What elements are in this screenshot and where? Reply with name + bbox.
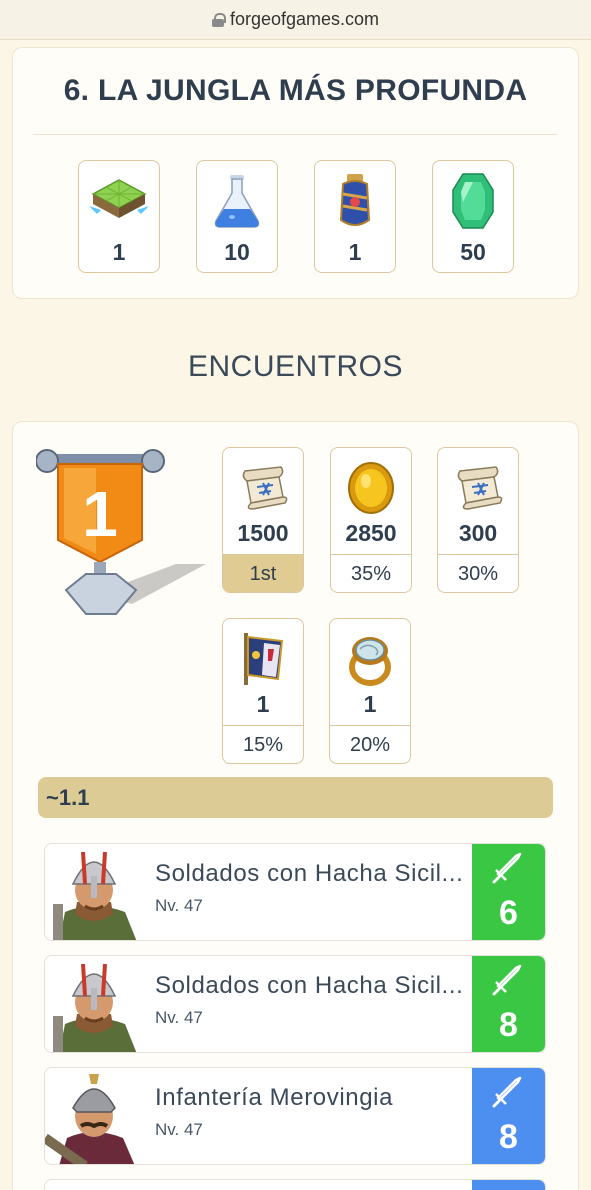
reward-chance: 15% bbox=[223, 725, 303, 763]
blueprint-scroll-icon bbox=[438, 456, 518, 520]
unit-count-badge: 6 bbox=[472, 844, 545, 940]
unit-count: 6 bbox=[499, 894, 518, 932]
blue-potion-icon bbox=[315, 169, 395, 233]
unit-row[interactable]: Infantería Merovingia Nv. 47 8 bbox=[44, 1067, 546, 1165]
melee-sword-icon bbox=[492, 1076, 522, 1108]
unit-count-badge: 8 bbox=[472, 956, 545, 1052]
cost-value: 10 bbox=[224, 239, 250, 265]
reward-chance: 30% bbox=[438, 554, 518, 592]
unit-count: 8 bbox=[499, 1006, 518, 1044]
divider bbox=[33, 134, 558, 135]
unit-count-badge bbox=[472, 1180, 545, 1190]
unit-row[interactable]: Soldados con Hacha Sicil... Nv. 47 6 bbox=[44, 843, 546, 941]
address-bar[interactable]: forgeofgames.com bbox=[0, 0, 591, 40]
ring-icon bbox=[330, 627, 410, 691]
reward-value: 1500 bbox=[237, 520, 289, 546]
reward-tile: 2850 35% bbox=[330, 447, 412, 593]
url-text: forgeofgames.com bbox=[229, 9, 380, 29]
reward-chance: 20% bbox=[330, 725, 410, 763]
reward-tile: 300 30% bbox=[437, 447, 519, 593]
unit-count-badge: 8 bbox=[472, 1068, 545, 1164]
unit-name: Infantería Merovingia bbox=[155, 1084, 394, 1111]
gold-coin-icon bbox=[331, 456, 411, 520]
banner-flag-icon bbox=[223, 627, 303, 691]
reward-value: 300 bbox=[458, 520, 498, 546]
cost-value: 1 bbox=[348, 239, 362, 265]
melee-sword-icon bbox=[492, 964, 522, 996]
cost-value: 50 bbox=[460, 239, 486, 265]
unit-name: Soldados con Hacha Sicil... bbox=[155, 860, 464, 887]
unit-level: Nv. 47 bbox=[155, 1008, 203, 1027]
axe-soldier-portrait bbox=[45, 844, 143, 940]
cost-tile-potion: 1 bbox=[314, 160, 396, 273]
lock-icon bbox=[211, 12, 226, 27]
cost-value: 1 bbox=[112, 239, 126, 265]
emerald-gem-icon bbox=[433, 169, 513, 233]
trophy-rank: 1 bbox=[82, 478, 118, 550]
reward-tile: 1 15% bbox=[222, 618, 304, 764]
unit-name: Soldados con Hacha Sicil... bbox=[155, 972, 464, 999]
unit-row[interactable]: Soldados con Hacha Sicil... Nv. 47 8 bbox=[44, 955, 546, 1053]
unit-level: Nv. 47 bbox=[155, 1120, 203, 1139]
unit-row[interactable] bbox=[44, 1179, 546, 1190]
land-expansion-icon bbox=[79, 169, 159, 233]
encounters-heading: ENCUENTROS bbox=[187, 350, 403, 383]
reward-value: 1 bbox=[256, 691, 270, 717]
cost-tile-land: 1 bbox=[78, 160, 160, 273]
research-flask-icon bbox=[197, 169, 277, 233]
merovingian-infantry-portrait bbox=[45, 1068, 143, 1164]
reward-value: 1 bbox=[363, 691, 377, 717]
reward-chance: 1st bbox=[223, 554, 303, 592]
cost-tile-gems: 50 bbox=[432, 160, 514, 273]
reward-value: 2850 bbox=[345, 520, 397, 546]
wave-label: ~1.1 bbox=[38, 777, 553, 818]
axe-soldier-portrait bbox=[45, 956, 143, 1052]
level-title: 6. LA JUNGLA MÁS PROFUNDA bbox=[63, 74, 528, 107]
melee-sword-icon bbox=[492, 852, 522, 884]
cost-tile-research: 10 bbox=[196, 160, 278, 273]
blueprint-scroll-icon bbox=[223, 456, 303, 520]
trophy-icon: 1 bbox=[35, 444, 216, 622]
unit-count: 8 bbox=[499, 1118, 518, 1156]
reward-tile: 1 20% bbox=[329, 618, 411, 764]
reward-chance: 35% bbox=[331, 554, 411, 592]
reward-tile: 1500 1st bbox=[222, 447, 304, 593]
unit-level: Nv. 47 bbox=[155, 896, 203, 915]
